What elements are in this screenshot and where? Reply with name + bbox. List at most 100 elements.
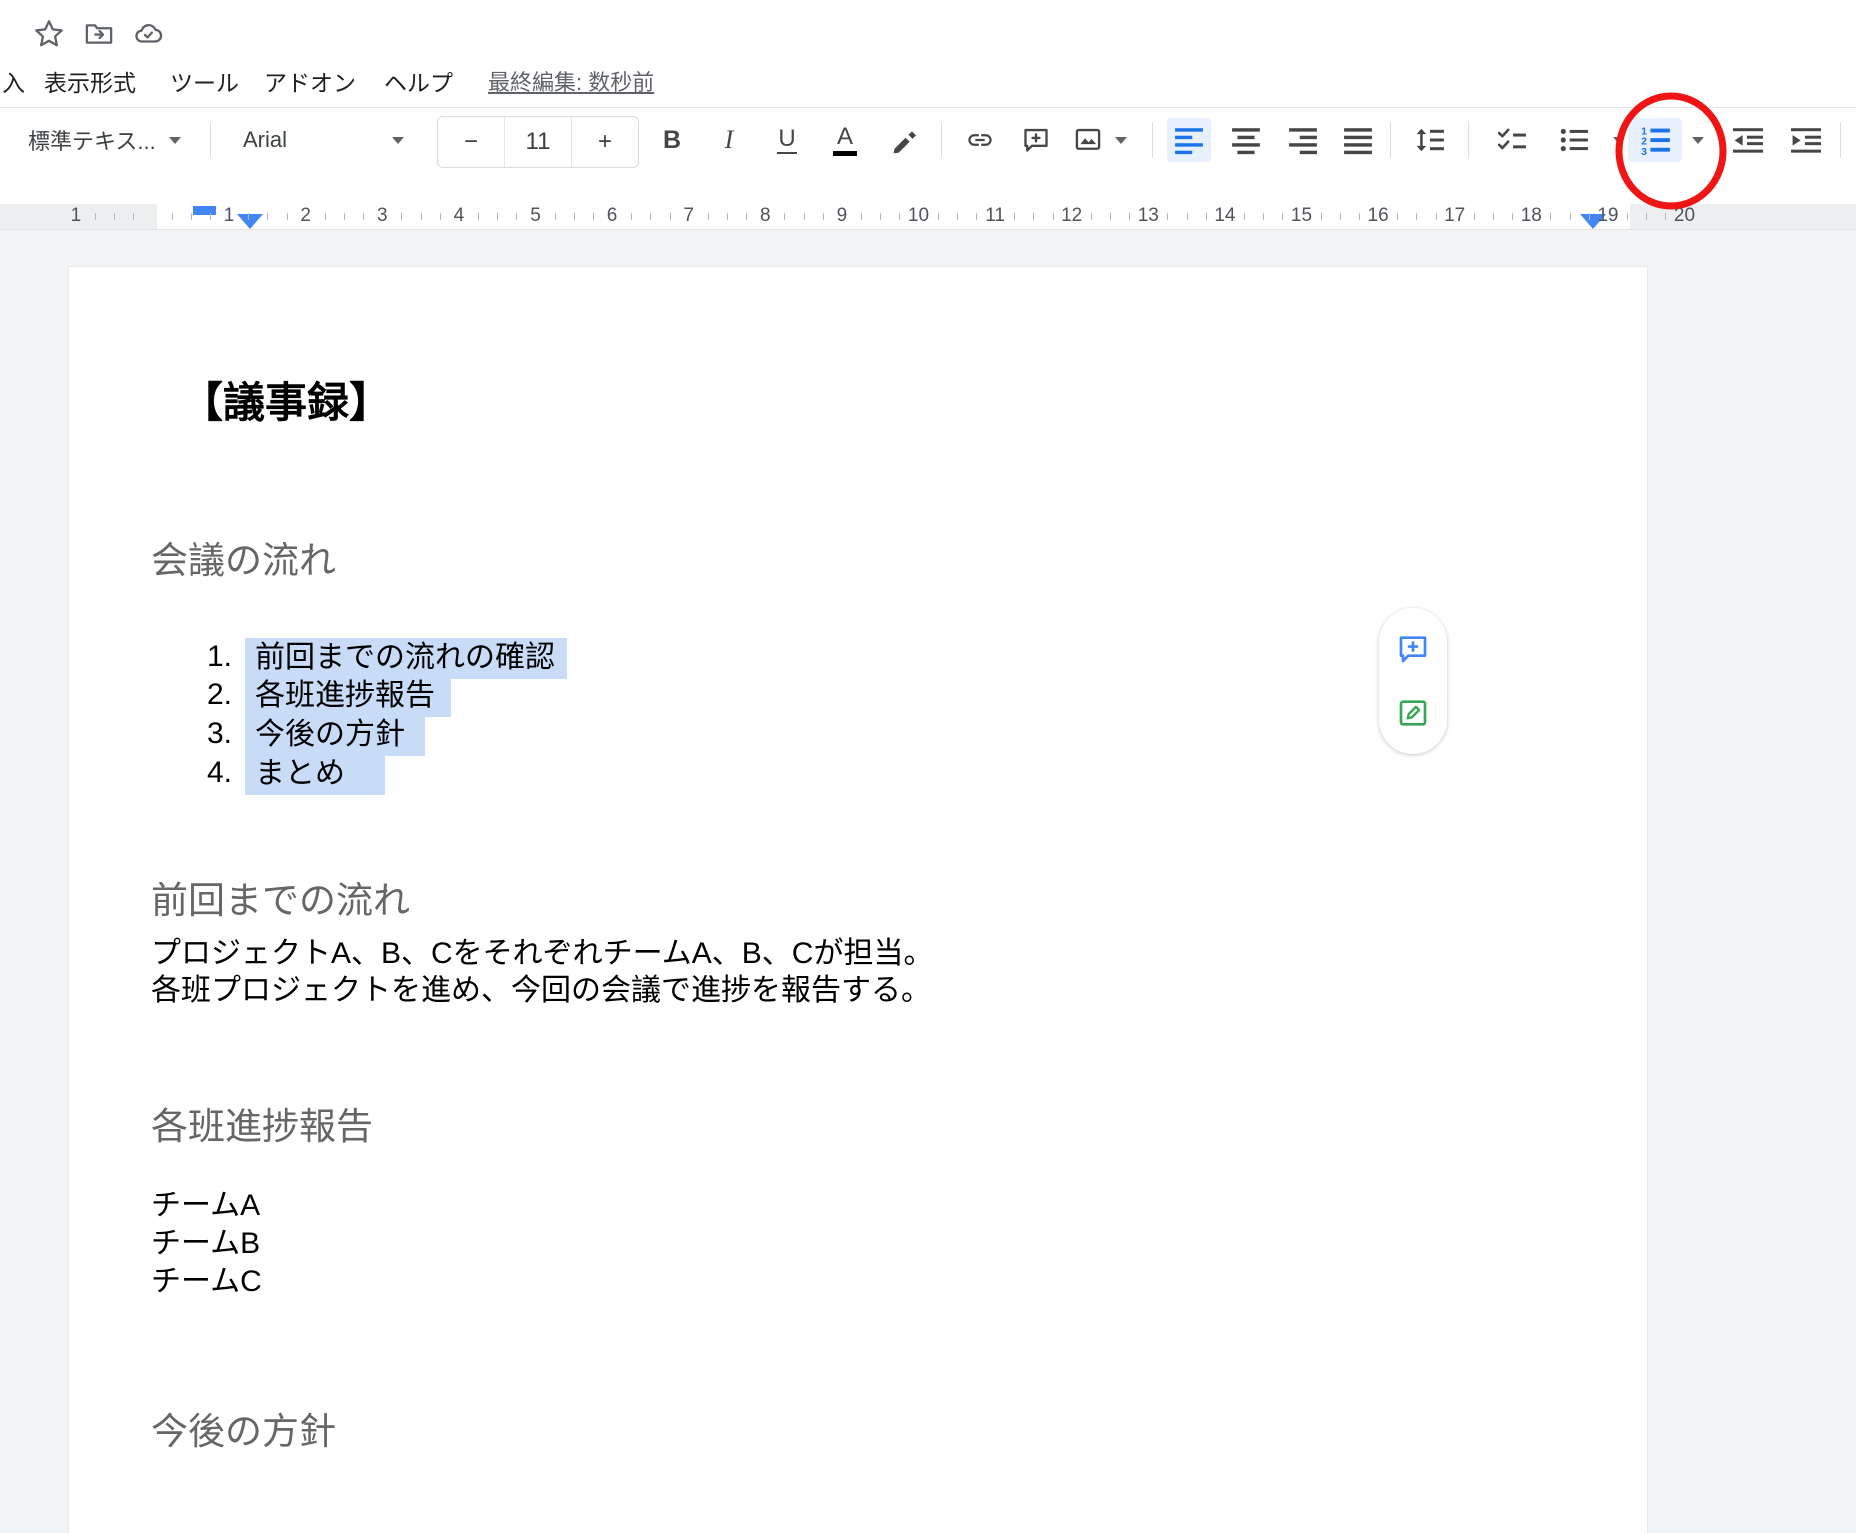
move-folder-icon[interactable]: [84, 19, 114, 49]
app-chrome: 入 表示形式 ツール アドオン ヘルプ 最終編集: 数秒前 標準テキス... A…: [0, 0, 1856, 229]
ruler-tick: [899, 213, 900, 220]
ruler-tick: [593, 213, 594, 220]
ruler-tick: [1167, 213, 1168, 220]
left-indent-marker[interactable]: [237, 214, 263, 229]
ruler-tick: [746, 213, 747, 220]
menu-addons[interactable]: アドオン: [264, 66, 356, 100]
ruler-tick: [1646, 213, 1647, 220]
ruler-number: 19: [1597, 204, 1618, 228]
checklist-button[interactable]: [1490, 118, 1534, 162]
ruler-number: 16: [1368, 204, 1389, 228]
menu-format[interactable]: 表示形式: [44, 66, 136, 100]
svg-text:3: 3: [1641, 147, 1647, 156]
ruler-tick: [1436, 213, 1437, 220]
progress-heading: 各班進捗報告: [151, 1105, 373, 1149]
ruler-tick: [880, 213, 881, 220]
ruler-number: 3: [377, 204, 388, 228]
ruler-tick: [650, 213, 651, 220]
floating-comment-widget: [1379, 608, 1447, 754]
increase-indent-button[interactable]: [1784, 118, 1828, 162]
highlighter-icon: [890, 125, 920, 155]
numbered-list-button[interactable]: 1 2 3: [1628, 118, 1682, 162]
document-page[interactable]: 【議事録】 会議の流れ 1. 前回までの流れの確認 2. 各班進捗報告 3. 今…: [69, 267, 1647, 1533]
list-number: 4.: [207, 754, 245, 795]
paragraph-style-dropdown[interactable]: 標準テキス...: [28, 118, 156, 162]
align-left-button[interactable]: [1167, 118, 1211, 162]
ruler[interactable]: 11234567891011121314151617181920: [0, 204, 1856, 230]
ruler-tick: [957, 213, 958, 220]
ruler-tick: [555, 213, 556, 220]
team-line: チームC: [151, 1263, 262, 1301]
menu-tools[interactable]: ツール: [170, 66, 239, 100]
selected-list-text: 各班進捗報告: [245, 676, 451, 717]
italic-button[interactable]: I: [707, 118, 751, 162]
font-size-value[interactable]: 11: [504, 117, 571, 167]
ruler-number: 9: [837, 204, 848, 228]
ruler-tick: [1187, 213, 1188, 220]
highlighter-button[interactable]: [883, 118, 927, 162]
ruler-tick: [248, 213, 249, 220]
decrease-indent-icon: [1733, 125, 1763, 155]
font-dropdown[interactable]: Arial: [243, 118, 287, 162]
insert-image-button[interactable]: [1066, 118, 1110, 162]
last-edited-link[interactable]: 最終編集: 数秒前: [488, 66, 654, 100]
ruler-tick: [401, 213, 402, 220]
checklist-icon: [1497, 125, 1527, 155]
ruler-tick: [267, 213, 268, 220]
ruler-tick: [1014, 213, 1015, 220]
ruler-tick: [1129, 213, 1130, 220]
ruler-tick: [421, 213, 422, 220]
decrease-indent-button[interactable]: [1726, 118, 1770, 162]
increase-font-size-button[interactable]: +: [571, 117, 638, 167]
cloud-saved-icon[interactable]: [134, 19, 164, 49]
ruler-tick: [861, 213, 862, 220]
toolbar-divider: [1840, 122, 1841, 158]
ruler-tick: [1321, 213, 1322, 220]
add-comment-icon: [1022, 126, 1050, 154]
add-comment-button[interactable]: [1014, 118, 1058, 162]
align-right-icon: [1289, 125, 1317, 155]
ruler-tick: [1110, 213, 1111, 220]
ruler-tick: [478, 213, 479, 220]
ruler-number: 8: [760, 204, 771, 228]
bold-button[interactable]: B: [650, 118, 694, 162]
prev-flow-heading: 前回までの流れ: [151, 879, 410, 923]
line-spacing-button[interactable]: [1408, 118, 1452, 162]
font-dropdown-caret-icon[interactable]: [383, 118, 413, 162]
suggest-edits-button[interactable]: [1391, 691, 1435, 735]
numbered-list-icon: 1 2 3: [1639, 124, 1671, 156]
align-justify-button[interactable]: [1336, 118, 1380, 162]
align-right-button[interactable]: [1281, 118, 1325, 162]
ruler-tick: [344, 213, 345, 220]
underline-button[interactable]: U: [765, 118, 809, 162]
menu-insert-partial[interactable]: 入: [2, 66, 25, 100]
star-icon[interactable]: [34, 19, 64, 49]
style-dropdown-caret-icon[interactable]: [160, 118, 190, 162]
list-item: 4. まとめ: [207, 754, 385, 795]
ruler-tick: [708, 213, 709, 220]
decrease-font-size-button[interactable]: −: [438, 117, 504, 167]
add-comment-floating-button[interactable]: [1391, 627, 1435, 671]
ruler-number: 5: [530, 204, 541, 228]
body-line: 各班プロジェクトを進め、今回の会議で進捗を報告する。: [151, 972, 931, 1010]
menu-help[interactable]: ヘルプ: [384, 66, 453, 100]
ruler-tick: [1091, 213, 1092, 220]
ruler-number: 2: [300, 204, 311, 228]
numbered-list-caret-icon[interactable]: [1683, 118, 1713, 162]
ruler-tick: [1359, 213, 1360, 220]
selected-list-text: 前回までの流れの確認: [245, 638, 567, 679]
first-line-indent-marker[interactable]: [193, 206, 216, 215]
align-center-button[interactable]: [1224, 118, 1268, 162]
ruler-tick: [976, 213, 977, 220]
ruler-tick: [1033, 213, 1034, 220]
bulleted-list-button[interactable]: [1552, 118, 1596, 162]
insert-link-button[interactable]: [958, 118, 1002, 162]
bulleted-list-icon: [1559, 125, 1589, 155]
ruler-tick: [1493, 213, 1494, 220]
ruler-tick: [1512, 213, 1513, 220]
selected-list-text: まとめ: [245, 754, 385, 795]
text-color-button[interactable]: A: [823, 118, 867, 162]
body-line: プロジェクトA、B、CをそれぞれチームA、B、Cが担当。: [151, 935, 933, 973]
ruler-tick: [325, 213, 326, 220]
image-dropdown-caret-icon[interactable]: [1106, 118, 1136, 162]
